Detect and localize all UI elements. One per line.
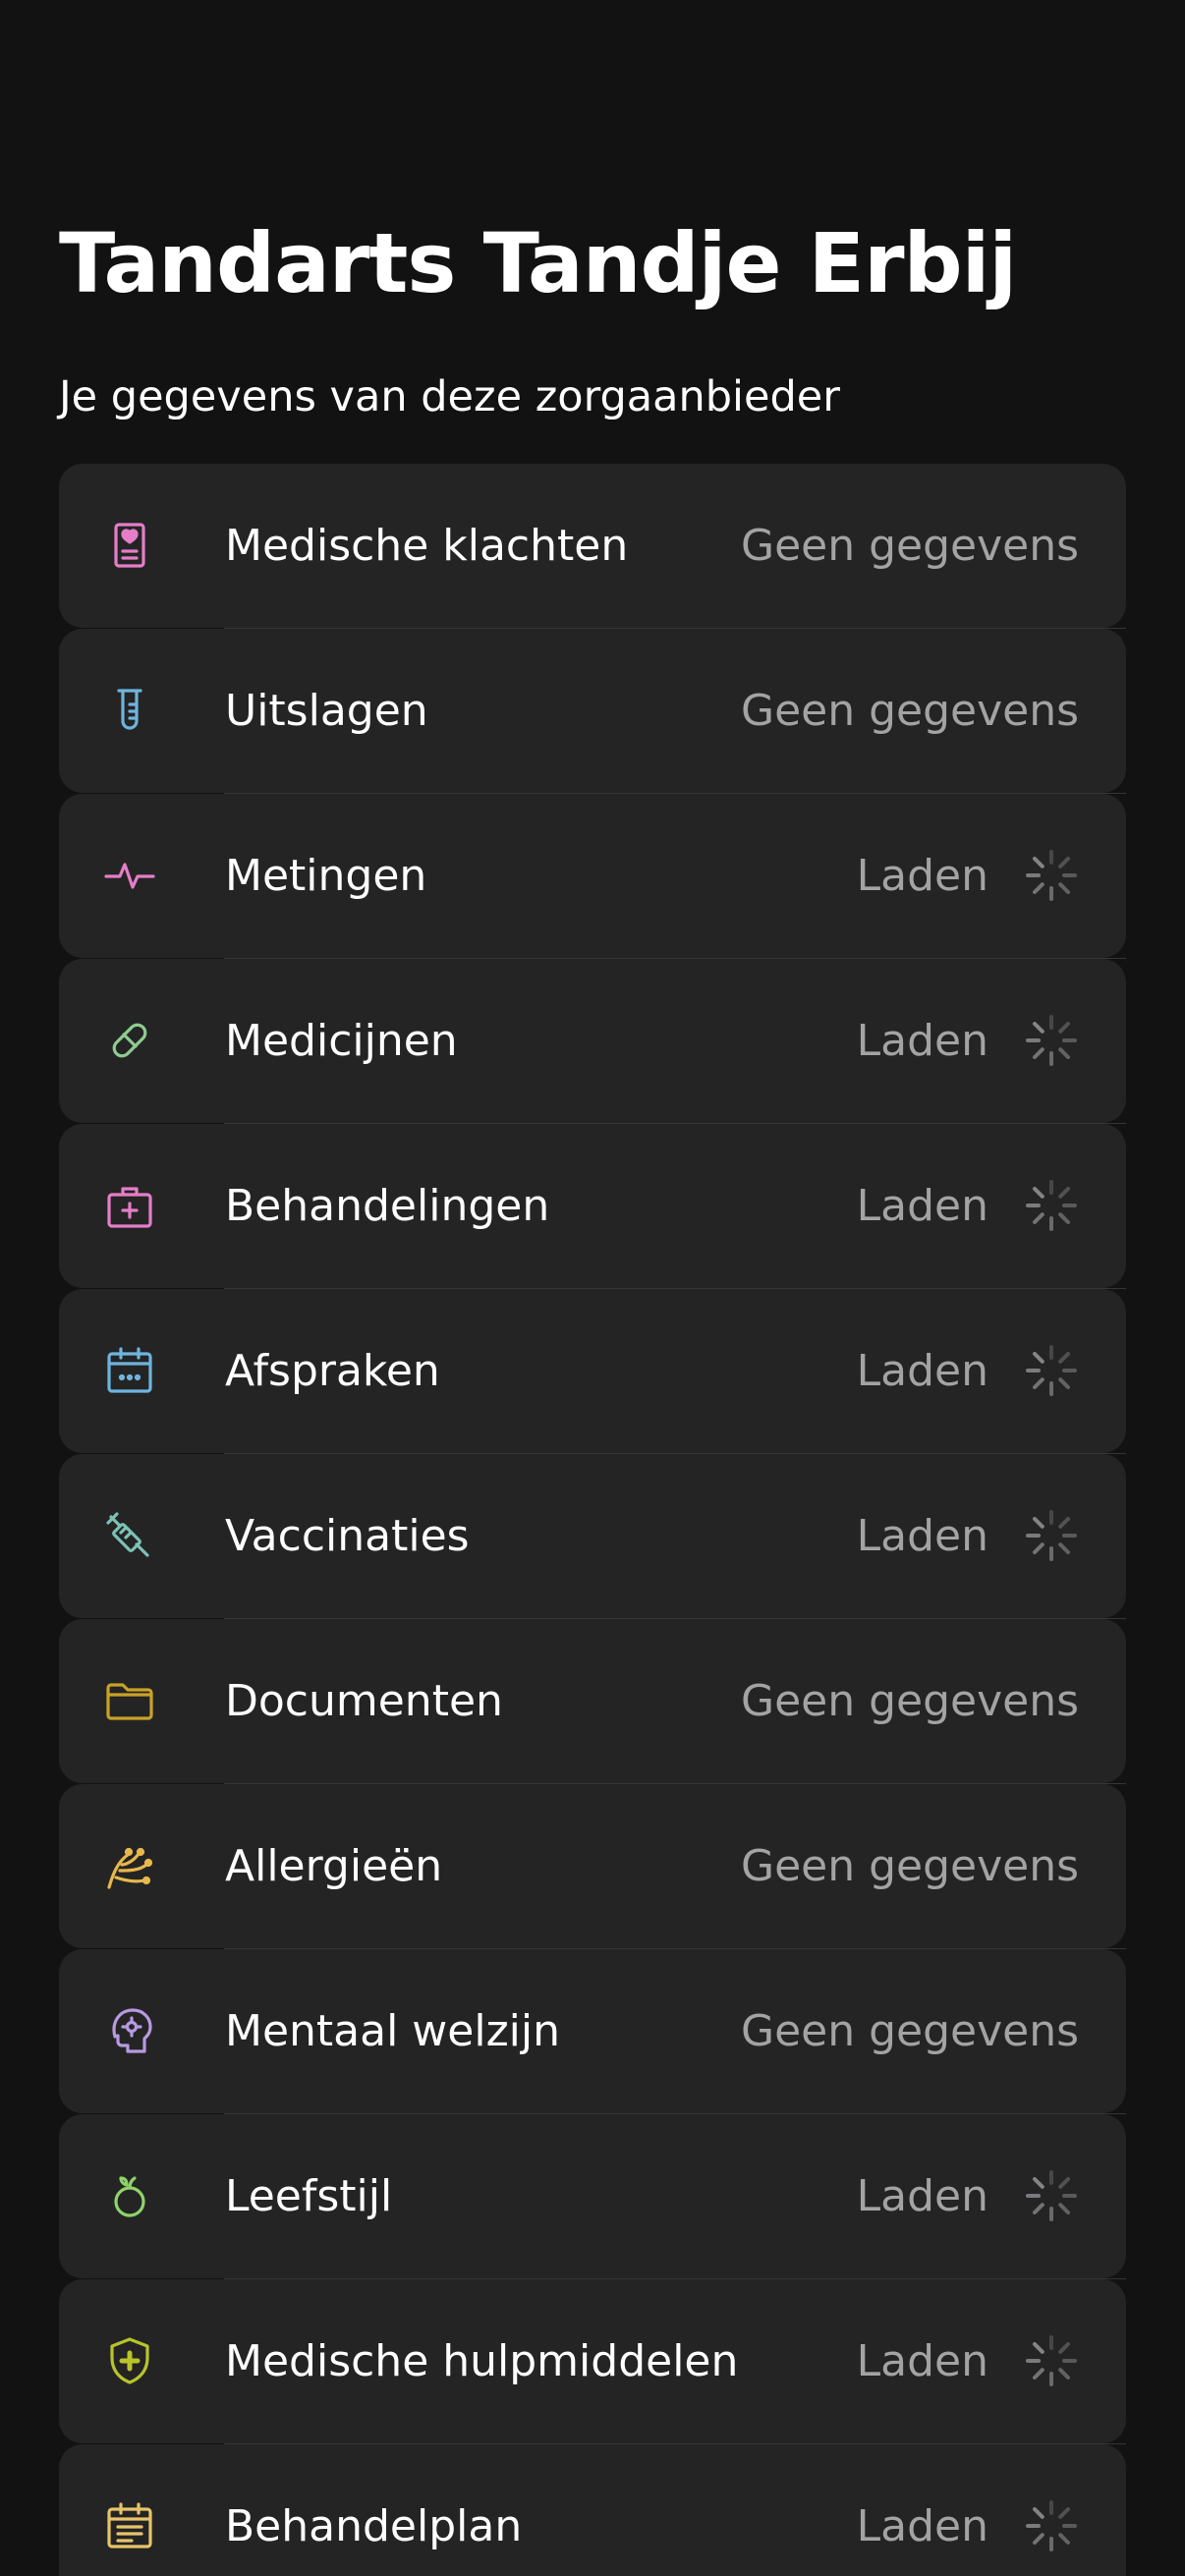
- loading-status: Laden: [856, 1016, 988, 1066]
- pulse-icon: [100, 846, 159, 905]
- category-row-medische-hulpmiddelen[interactable]: Medische hulpmiddelen Laden: [59, 2279, 1126, 2444]
- category-list: Medische klachten Geen gegevens Uitslagen G…: [59, 464, 1126, 2576]
- category-row-behandelplan[interactable]: Behandelplan Laden: [59, 2444, 1126, 2576]
- test-tube-icon: [100, 681, 159, 740]
- loading-status: Laden: [856, 851, 988, 901]
- category-row-metingen[interactable]: Metingen Laden: [59, 794, 1126, 959]
- category-row-mentaal-welzijn[interactable]: Mentaal welzijn Geen gegevens: [59, 1949, 1126, 2114]
- category-label: Medische hulpmiddelen: [225, 2336, 739, 2386]
- pollen-icon: [100, 1836, 159, 1895]
- loading-spinner-icon: [1022, 1011, 1081, 1070]
- first-aid-kit-icon: [100, 1176, 159, 1235]
- category-row-leefstijl[interactable]: Leefstijl Laden: [59, 2114, 1126, 2279]
- category-label: Leefstijl: [225, 2171, 393, 2221]
- pill-icon: [100, 1011, 159, 1070]
- loading-status: Laden: [856, 2336, 988, 2386]
- shield-plus-icon: [100, 2331, 159, 2390]
- loading-spinner-icon: [1022, 846, 1081, 905]
- category-label: Vaccinaties: [225, 1511, 470, 1561]
- loading-spinner-icon: [1022, 2331, 1081, 2390]
- no-data-status: Geen gegevens: [740, 686, 1079, 736]
- loading-status: Laden: [856, 1511, 988, 1561]
- no-data-status: Geen gegevens: [740, 2006, 1079, 2056]
- category-row-medicijnen[interactable]: Medicijnen Laden: [59, 959, 1126, 1124]
- page-subtitle: Je gegevens van deze zorgaanbieder: [59, 372, 840, 421]
- category-label: Allergieën: [225, 1841, 443, 1891]
- loading-spinner-icon: [1022, 1341, 1081, 1400]
- loading-status: Laden: [856, 1346, 988, 1396]
- loading-status: Laden: [856, 2501, 988, 2551]
- loading-status: Laden: [856, 2171, 988, 2221]
- category-row-allergieen[interactable]: Allergieën Geen gegevens: [59, 1784, 1126, 1949]
- medical-record-icon: [100, 516, 159, 575]
- category-label: Uitslagen: [225, 686, 428, 736]
- provider-data-screen: Tandarts Tandje Erbij Je gegevens van de…: [0, 0, 1185, 2576]
- calendar-icon: [100, 1341, 159, 1400]
- category-label: Documenten: [225, 1676, 503, 1726]
- category-row-afspraken[interactable]: Afspraken Laden: [59, 1289, 1126, 1454]
- plan-calendar-icon: [100, 2496, 159, 2555]
- category-label: Mentaal welzijn: [225, 2006, 561, 2056]
- syringe-icon: [100, 1506, 159, 1565]
- page-title: Tandarts Tandje Erbij: [59, 215, 1017, 311]
- apple-icon: [100, 2166, 159, 2225]
- no-data-status: Geen gegevens: [740, 521, 1079, 571]
- category-label: Behandelplan: [225, 2501, 523, 2551]
- loading-spinner-icon: [1022, 2496, 1081, 2555]
- category-row-documenten[interactable]: Documenten Geen gegevens: [59, 1619, 1126, 1784]
- category-row-vaccinaties[interactable]: Vaccinaties Laden: [59, 1454, 1126, 1619]
- loading-status: Laden: [856, 1181, 988, 1231]
- loading-spinner-icon: [1022, 2166, 1081, 2225]
- loading-spinner-icon: [1022, 1176, 1081, 1235]
- category-label: Medische klachten: [225, 521, 629, 571]
- loading-spinner-icon: [1022, 1506, 1081, 1565]
- category-row-medische-klachten[interactable]: Medische klachten Geen gegevens: [59, 464, 1126, 629]
- folder-icon: [100, 1671, 159, 1730]
- no-data-status: Geen gegevens: [740, 1841, 1079, 1891]
- category-row-uitslagen[interactable]: Uitslagen Geen gegevens: [59, 629, 1126, 794]
- category-label: Afspraken: [225, 1346, 440, 1396]
- category-label: Metingen: [225, 851, 427, 901]
- category-row-behandelingen[interactable]: Behandelingen Laden: [59, 1124, 1126, 1289]
- category-label: Medicijnen: [225, 1016, 458, 1066]
- mind-icon: [100, 2001, 159, 2060]
- no-data-status: Geen gegevens: [740, 1676, 1079, 1726]
- category-label: Behandelingen: [225, 1181, 550, 1231]
